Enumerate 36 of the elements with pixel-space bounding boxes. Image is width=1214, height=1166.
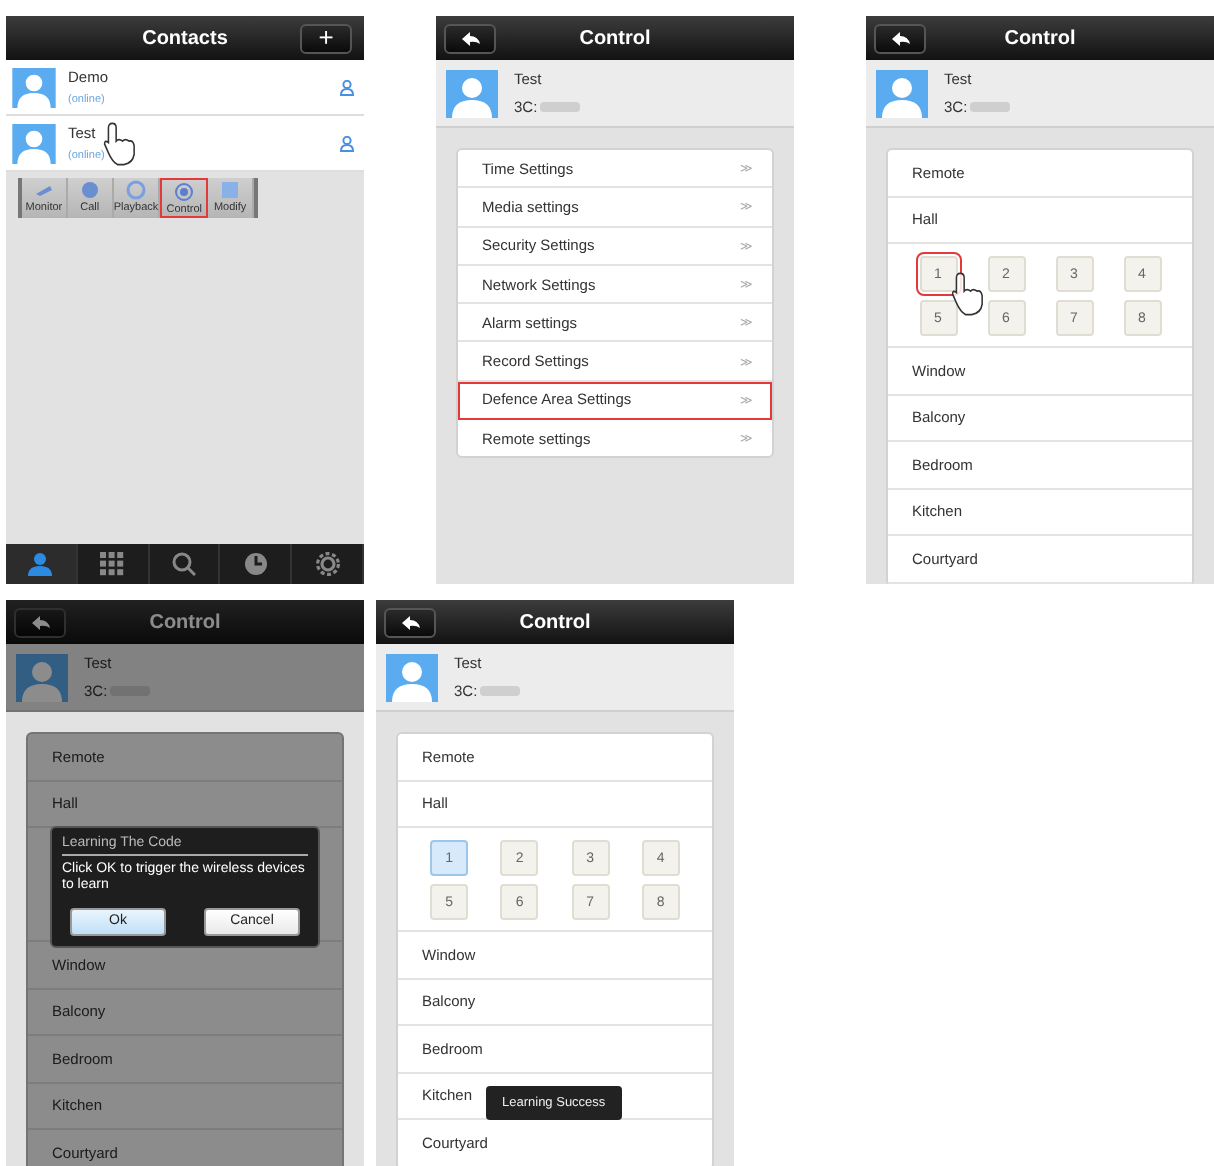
- clock-icon: [243, 552, 268, 576]
- avatar-icon: [12, 67, 56, 107]
- back-arrow-icon: [461, 31, 479, 45]
- add-button[interactable]: +: [300, 23, 352, 53]
- back-button[interactable]: [384, 607, 436, 637]
- screen-title: Control: [577, 27, 653, 49]
- back-arrow-icon: [401, 615, 419, 629]
- avatar-icon: [386, 653, 438, 701]
- back-arrow-icon: [31, 615, 49, 629]
- person-icon: [340, 79, 354, 95]
- action-icon: [77, 180, 102, 200]
- search-icon: [171, 552, 196, 576]
- back-button[interactable]: [14, 607, 66, 637]
- blurred-id: [539, 102, 580, 112]
- back-button[interactable]: [874, 23, 926, 53]
- back-arrow-icon: [891, 31, 909, 45]
- avatar-icon: [876, 69, 928, 117]
- contacts-icon: [28, 552, 53, 576]
- person-icon: [340, 135, 354, 151]
- tab-button[interactable]: [6, 544, 78, 584]
- action-icon: [172, 182, 197, 202]
- screen-title: Control: [1002, 27, 1078, 49]
- avatar-icon: [446, 69, 498, 117]
- screen-title: Control: [517, 611, 593, 633]
- avatar-icon: [16, 653, 68, 701]
- keypad-icon: [100, 552, 125, 576]
- action-icon: [218, 180, 243, 200]
- screen-title: Control: [147, 611, 223, 633]
- blurred-id: [969, 102, 1010, 112]
- action-icon: [31, 180, 56, 200]
- back-button[interactable]: [444, 23, 496, 53]
- screen-title: Contacts: [140, 27, 230, 49]
- blurred-id: [479, 686, 520, 696]
- avatar-icon: [12, 123, 56, 163]
- settings-icon: [315, 552, 340, 576]
- action-icon: [124, 180, 148, 200]
